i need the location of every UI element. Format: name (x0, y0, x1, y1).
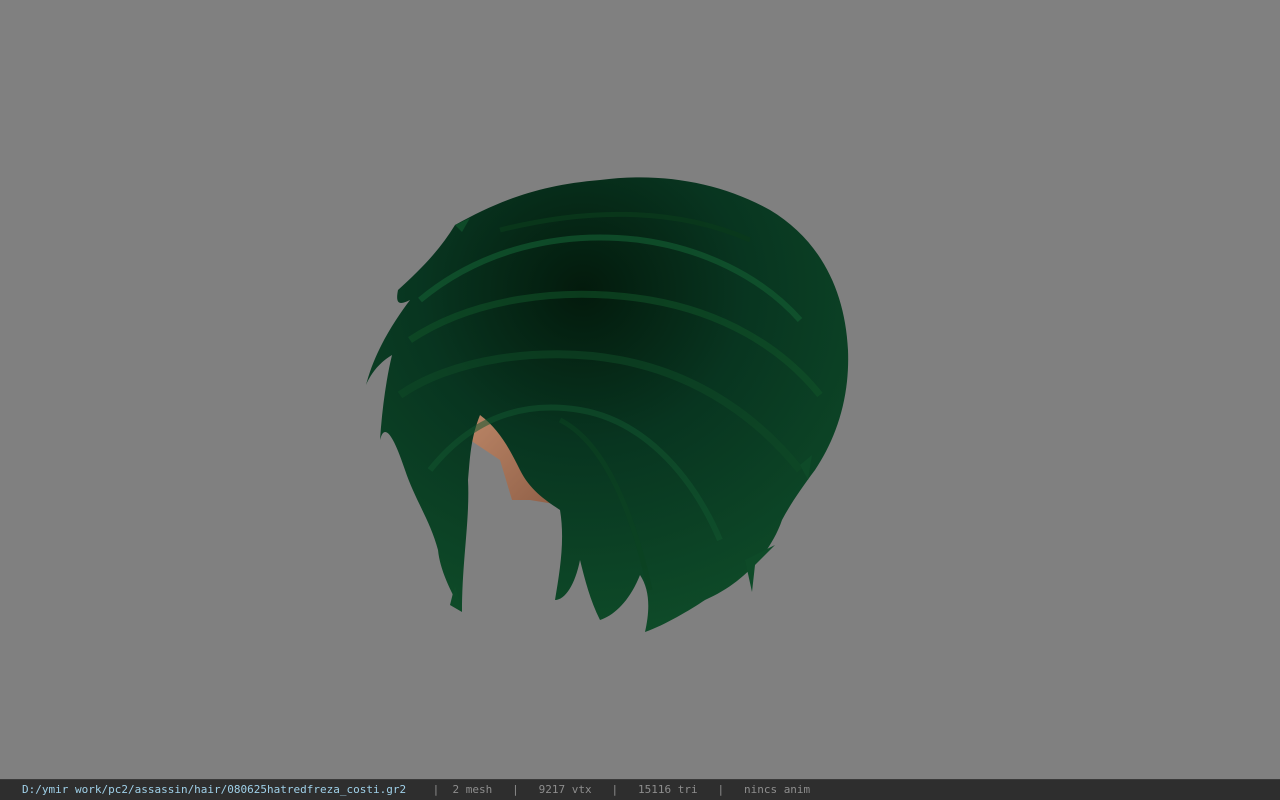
triangle-count: 15116 tri (637, 783, 698, 796)
vertex-count: 9217 vtx (538, 783, 592, 796)
status-separator: | (717, 783, 725, 796)
status-separator: | (432, 783, 440, 796)
status-separator: | (611, 783, 619, 796)
status-separator: | (512, 783, 519, 796)
mesh-count: 2 mesh (452, 783, 493, 796)
3d-viewport[interactable] (0, 0, 1280, 779)
hair-model-render (366, 177, 849, 633)
status-bar: D:/ymir work/pc2/assassin/hair/080625hat… (0, 779, 1280, 800)
file-path: D:/ymir work/pc2/assassin/hair/080625hat… (22, 783, 407, 796)
hair-mesh (366, 177, 849, 633)
anim-status: nincs anim (743, 783, 811, 796)
